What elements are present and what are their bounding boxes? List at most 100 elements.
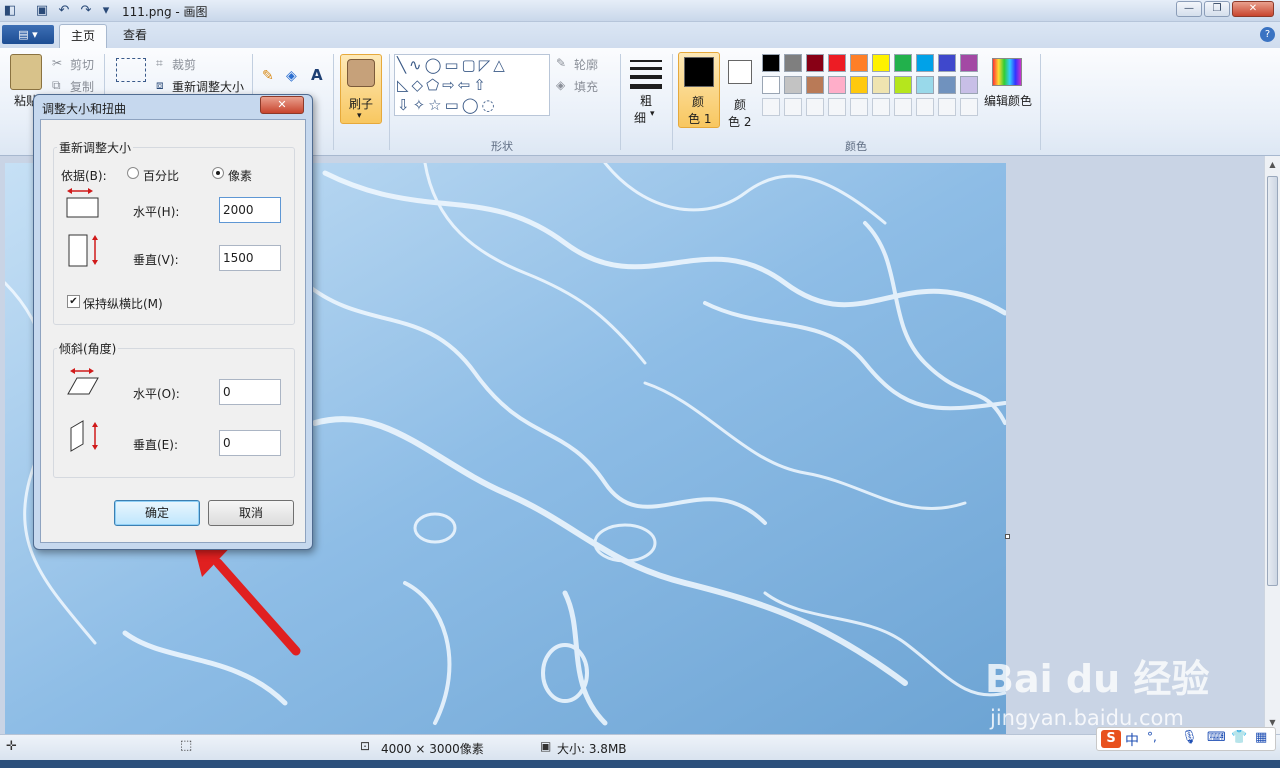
custom-color-slot[interactable] <box>762 98 780 116</box>
save-icon[interactable]: ▣ <box>34 3 50 19</box>
palette-swatch[interactable] <box>960 76 978 94</box>
pixels-radio[interactable] <box>212 167 224 179</box>
custom-color-slot[interactable] <box>806 98 824 116</box>
palette-swatch[interactable] <box>894 54 912 72</box>
microphone-icon[interactable]: 🎙 <box>1181 730 1198 745</box>
cancel-button[interactable]: 取消 <box>208 500 294 526</box>
ok-button[interactable]: 确定 <box>114 500 200 526</box>
custom-color-slot[interactable] <box>828 98 846 116</box>
palette-swatch[interactable] <box>762 54 780 72</box>
copy-button[interactable]: 复制 <box>70 78 94 95</box>
color2-button[interactable]: 颜 色 2 <box>724 52 758 129</box>
palette-swatch[interactable] <box>872 76 890 94</box>
skew-horizontal-label: 水平(O): <box>133 387 180 401</box>
horizontal-input[interactable]: 2000 <box>219 197 281 223</box>
vertical-label: 垂直(V): <box>133 253 179 267</box>
edit-colors-button[interactable]: 编辑颜色 <box>984 92 1032 109</box>
sogou-icon[interactable]: S <box>1101 730 1121 748</box>
custom-color-slot[interactable] <box>784 98 802 116</box>
cursor-position-icon: ✛ <box>6 739 17 754</box>
window-title: 111.png - 画图 <box>122 5 208 19</box>
horizontal-resize-icon <box>66 188 99 218</box>
palette-swatch[interactable] <box>762 76 780 94</box>
size-icon[interactable] <box>630 58 662 89</box>
palette-swatch[interactable] <box>916 76 934 94</box>
pixels-label[interactable]: 像素 <box>228 167 252 184</box>
fill-button[interactable]: 填充 <box>574 78 598 95</box>
vertical-skew-icon <box>70 420 98 452</box>
palette-swatch[interactable] <box>872 54 890 72</box>
tab-home[interactable]: 主页 <box>59 24 108 48</box>
palette-swatch[interactable] <box>894 76 912 94</box>
cut-button[interactable]: 剪切 <box>70 56 94 73</box>
canvas-resize-handle[interactable] <box>1005 534 1010 539</box>
custom-color-slot[interactable] <box>872 98 890 116</box>
palette-swatch[interactable] <box>828 54 846 72</box>
palette-swatch[interactable] <box>850 76 868 94</box>
palette-swatch[interactable] <box>938 76 956 94</box>
custom-color-slot[interactable] <box>916 98 934 116</box>
skew-vertical-label: 垂直(E): <box>133 438 178 452</box>
selection-size-icon: ⬚ <box>180 738 193 753</box>
skew-vertical-input[interactable]: 0 <box>219 430 281 456</box>
chevron-down-icon: ▾ <box>650 109 655 119</box>
color2-swatch <box>728 60 752 84</box>
percent-radio[interactable] <box>127 167 139 179</box>
palette-swatch[interactable] <box>938 54 956 72</box>
skew-horizontal-input[interactable]: 0 <box>219 379 281 405</box>
palette-swatch[interactable] <box>916 54 934 72</box>
text-tool-icon[interactable]: A <box>311 66 323 84</box>
pencil-icon[interactable]: ✎ <box>262 68 274 84</box>
palette-swatch[interactable] <box>806 54 824 72</box>
color1-button[interactable]: 颜 色 1 <box>678 52 720 128</box>
outline-button[interactable]: 轮廓 <box>574 56 598 73</box>
horizontal-label: 水平(H): <box>133 205 180 219</box>
image-size-icon: ⊡ <box>360 739 371 753</box>
custom-color-slot[interactable] <box>850 98 868 116</box>
resize-button[interactable]: 重新调整大小 <box>172 78 244 95</box>
palette-swatch[interactable] <box>960 54 978 72</box>
outline-icon: ✎ <box>556 56 567 70</box>
resize-group-title: 重新调整大小 <box>57 139 134 156</box>
select-icon[interactable] <box>116 58 146 82</box>
paste-icon[interactable] <box>10 54 42 90</box>
app-menu-button[interactable]: ▤ ▾ <box>2 25 54 44</box>
crop-button[interactable]: 裁剪 <box>172 56 196 73</box>
keep-ratio-label[interactable]: 保持纵横比(M) <box>83 295 163 312</box>
dialog-close-button[interactable]: ✕ <box>260 96 304 114</box>
maximize-button[interactable]: ❐ <box>1204 1 1230 17</box>
vertical-scrollbar[interactable]: ▲ ▼ <box>1264 156 1280 734</box>
close-window-button[interactable]: ✕ <box>1232 1 1274 17</box>
toolbox-icon[interactable]: ▦ <box>1255 730 1267 745</box>
customize-toolbar-icon[interactable]: ▾ <box>98 3 114 19</box>
palette-swatch[interactable] <box>784 54 802 72</box>
brushes-button[interactable]: 刷子 ▾ <box>340 54 382 124</box>
scroll-up-arrow[interactable]: ▲ <box>1267 160 1278 172</box>
keep-ratio-checkbox[interactable]: ✔ <box>67 295 80 308</box>
edit-colors-icon[interactable] <box>992 58 1022 86</box>
custom-color-slot[interactable] <box>894 98 912 116</box>
tab-view[interactable]: 查看 <box>112 24 158 48</box>
fill-icon: ◈ <box>556 78 566 92</box>
punctuation-icon[interactable]: °, <box>1147 730 1157 744</box>
undo-icon[interactable]: ↶ <box>56 3 72 19</box>
vertical-input[interactable]: 1500 <box>219 245 281 271</box>
custom-color-slot[interactable] <box>960 98 978 116</box>
minimize-button[interactable]: — <box>1176 1 1202 17</box>
scroll-thumb[interactable] <box>1267 176 1278 586</box>
ime-language[interactable]: 中 <box>1125 730 1139 750</box>
redo-icon[interactable]: ↷ <box>78 3 94 19</box>
custom-color-slot[interactable] <box>938 98 956 116</box>
palette-swatch[interactable] <box>828 76 846 94</box>
keyboard-icon[interactable]: ⌨ <box>1207 730 1226 745</box>
skin-icon[interactable]: 👕 <box>1231 730 1247 745</box>
shapes-gallery[interactable]: ╲∿◯▭▢◸△ ◺◇⬠⇨⇦⇧ ⇩✧☆▭◯◌ <box>394 54 550 116</box>
palette-swatch[interactable] <box>806 76 824 94</box>
help-icon[interactable]: ? <box>1260 27 1275 42</box>
palette-swatch[interactable] <box>784 76 802 94</box>
palette-swatch[interactable] <box>850 54 868 72</box>
windows-taskbar <box>0 760 1280 768</box>
ime-toolbar[interactable]: S 中 °, 🎙 ⌨ 👕 ▦ <box>1096 727 1276 751</box>
fill-bucket-icon[interactable]: ◈ <box>286 68 297 84</box>
percent-label[interactable]: 百分比 <box>143 167 179 184</box>
